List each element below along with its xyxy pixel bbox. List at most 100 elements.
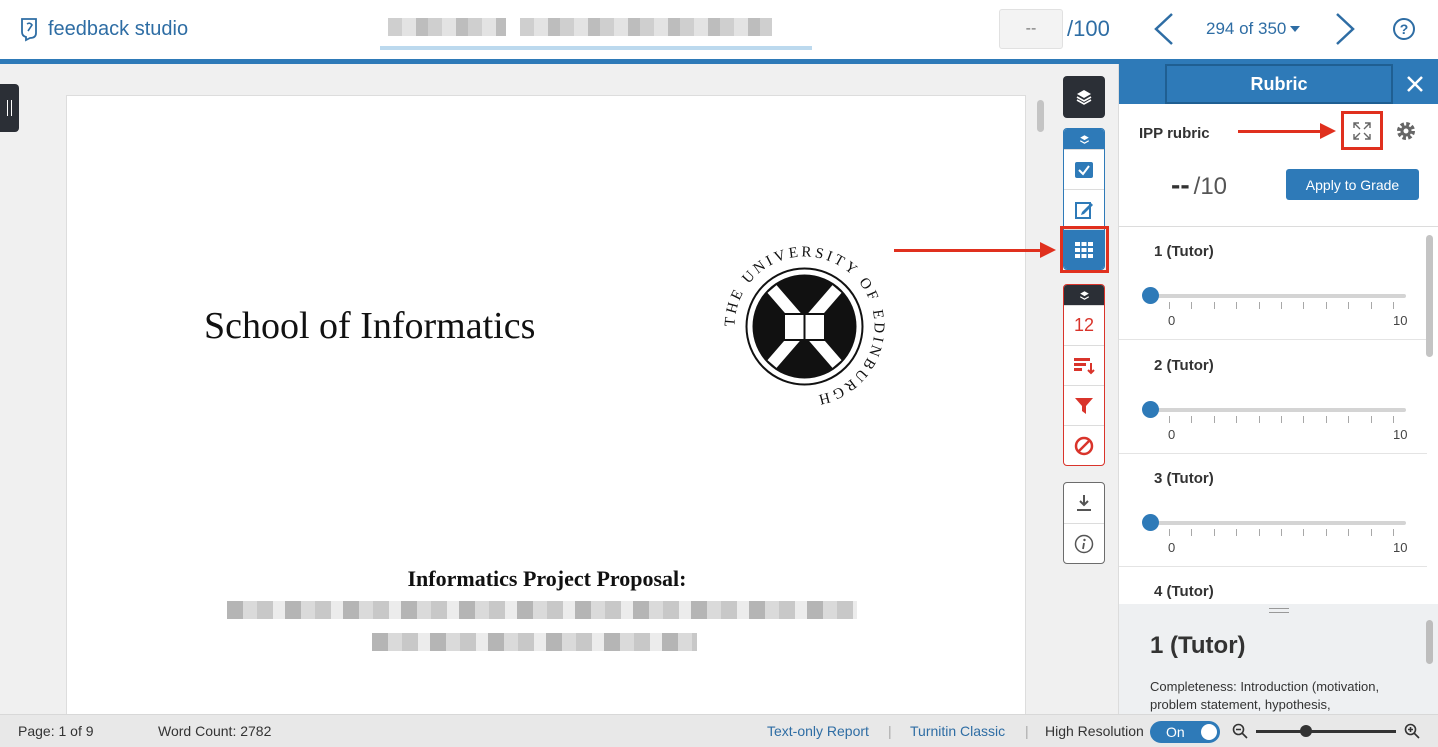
criterion-slider-track[interactable] [1150,521,1406,525]
rubric-settings-button[interactable] [1395,120,1417,147]
criteria-scrollbar[interactable] [1426,235,1433,357]
status-bar: Page: 1 of 9 Word Count: 2782 Text-only … [0,714,1438,747]
slider-tick [1281,416,1282,423]
zoom-slider-thumb[interactable] [1300,725,1312,737]
grip-icon [7,100,12,116]
grade-max: /100 [1067,16,1110,41]
layers-button[interactable] [1063,76,1105,118]
criterion-label: 1 (Tutor) [1154,243,1214,260]
excluded-sources-tool[interactable] [1064,425,1104,465]
rubric-score-value: -- [1171,169,1190,200]
paper-counter-label: 294 of 350 [1206,19,1287,38]
slider-tick [1348,416,1350,423]
slider-tick [1393,529,1394,536]
high-resolution-toggle[interactable]: On [1150,721,1220,743]
match-overview-tool[interactable]: 12 [1064,305,1104,345]
redacted-student-name [388,18,506,36]
criterion-slider-thumb[interactable] [1142,287,1159,304]
download-button[interactable] [1064,483,1104,523]
filter-icon [1075,397,1093,414]
document-scrollbar[interactable] [1037,100,1044,132]
annotation-arrow-rubric-tool [894,242,1056,258]
slider-tick [1169,529,1170,536]
criterion-slider-thumb[interactable] [1142,514,1159,531]
sort-bars-icon [1074,357,1095,374]
annotation-arrow-expand [1238,123,1336,139]
slider-tick [1325,416,1327,423]
paper-counter-dropdown[interactable]: 294 of 350 [1206,19,1301,39]
chevron-right-icon [1336,13,1355,45]
feedback-summary-tool[interactable] [1064,189,1104,229]
all-sources-tool[interactable] [1064,345,1104,385]
redacted-project-title-line-1 [227,601,857,619]
help-button[interactable]: ? [1393,18,1415,40]
slider-tick [1236,529,1238,536]
rubric-score: -- /10 [1171,169,1227,201]
text-only-report-link[interactable]: Text-only Report [767,723,869,739]
rubric-panel-header: Rubric [1119,64,1438,104]
next-paper-button[interactable] [1333,12,1357,51]
slider-tick [1213,529,1215,536]
title-underline [380,46,812,50]
app-title: feedback studio [48,17,189,40]
zoom-in-icon[interactable] [1404,723,1420,739]
expand-rubric-button[interactable] [1341,111,1383,150]
resize-handle[interactable] [1269,608,1289,613]
slider-min-label: 0 [1168,540,1176,555]
quickmark-tool[interactable] [1064,149,1104,189]
criterion-slider-track[interactable] [1150,294,1406,298]
criterion-slider-track[interactable] [1150,408,1406,412]
slider-tick [1169,416,1170,423]
close-panel-button[interactable] [1401,70,1429,98]
criterion-slider-thumb[interactable] [1142,401,1159,418]
zoom-slider-track[interactable] [1256,730,1396,733]
grade-input[interactable]: -- [999,9,1063,49]
slider-tick [1191,529,1193,536]
redacted-project-title-line-2 [372,633,697,651]
slider-tick [1348,302,1350,309]
rubric-panel: Rubric IPP rubric -- /10 Apply to Grade … [1118,64,1438,714]
filters-tool[interactable] [1064,385,1104,425]
slider-tick [1258,529,1260,536]
caret-down-icon [1290,26,1301,32]
toggle-knob [1201,724,1217,740]
slider-tick [1370,302,1372,309]
apply-to-grade-button[interactable]: Apply to Grade [1286,169,1419,200]
criterion-detail-pane: 1 (Tutor) Completeness: Introduction (mo… [1119,604,1438,714]
previous-paper-button[interactable] [1152,12,1176,51]
similarity-tools-group: 12 [1063,284,1105,466]
redacted-assignment-title [520,18,772,36]
criterion-label: 4 (Tutor) [1154,583,1214,600]
info-icon [1074,534,1094,553]
slider-min-label: 0 [1168,427,1176,442]
slider-min-label: 0 [1168,313,1176,328]
slider-max-label: 10 [1393,540,1408,555]
download-icon [1077,495,1091,511]
document-title: School of Informatics [204,305,536,347]
slider-tick [1191,416,1193,423]
similarity-layer-toggle[interactable] [1064,285,1104,305]
slider-tick [1303,529,1305,536]
document-page: School of Informatics THE UNIVERSITY OF … [66,95,1026,735]
slider-max-label: 10 [1393,313,1408,328]
footer-separator: | [1025,723,1029,739]
app-logo[interactable]: feedback studio [18,16,188,42]
top-header: feedback studio -- /100 294 of 350 ? [0,0,1438,59]
criterion-detail-text: Completeness: Introduction (motivation, … [1150,679,1380,712]
detail-scrollbar[interactable] [1426,620,1433,664]
grading-layer-toggle[interactable] [1064,129,1104,149]
side-panel-toggle[interactable] [0,84,19,132]
tab-rubric[interactable]: Rubric [1165,64,1393,104]
slider-tick [1303,302,1305,309]
rubric-tool-annotation-box [1060,226,1109,273]
turnitin-classic-link[interactable]: Turnitin Classic [910,723,1005,739]
expand-icon [1353,121,1371,140]
zoom-out-icon[interactable] [1232,723,1248,739]
slider-tick [1348,529,1350,536]
submission-info-button[interactable] [1064,523,1104,563]
criterion-detail-title: 1 (Tutor) [1150,632,1246,659]
criterion-label: 3 (Tutor) [1154,470,1214,487]
document-subtitle: Informatics Project Proposal: [407,566,687,591]
rubric-name: IPP rubric [1139,125,1210,142]
layers-icon [1076,90,1092,105]
